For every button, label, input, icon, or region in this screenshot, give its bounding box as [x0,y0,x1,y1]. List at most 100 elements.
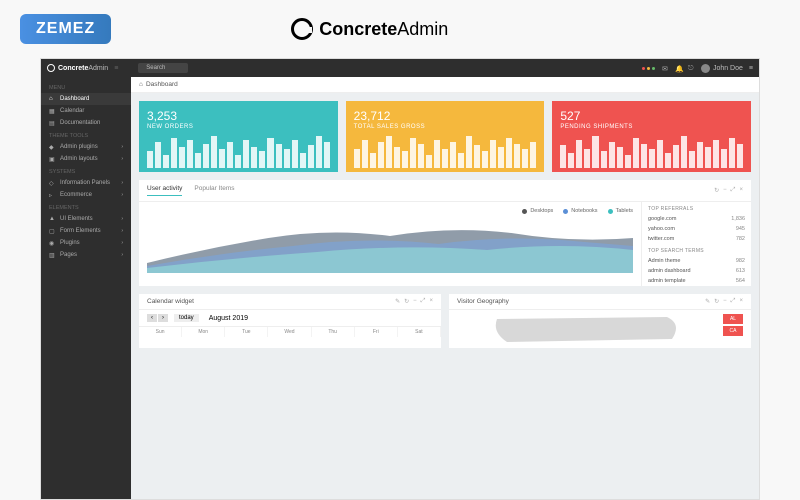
prev-icon[interactable]: ‹ [147,314,157,322]
chevron-right-icon: › [121,192,123,198]
settings-icon[interactable]: ≡ [749,65,753,72]
minimize-icon[interactable]: − [413,298,417,305]
chart-legend: Desktops Notebooks Tablets [147,206,633,218]
topbar: ConcreteAdmin ≡ Search ✉ 🔔 ⎋ John Doe ≡ [41,59,759,77]
sidebar-item-documentation[interactable]: ▤Documentation [41,117,131,129]
sidebar-item-admin-layouts[interactable]: ▣Admin layouts› [41,153,131,165]
sidebar-item-ui-elements[interactable]: ▲UI Elements› [41,213,131,225]
panel-tools: ✎ ↻−⤢× [395,298,433,305]
chevron-right-icon: › [121,228,123,234]
app-logo: ConcreteAdmin [47,64,108,72]
cart-icon: ▹ [49,192,55,198]
avatar [701,64,710,73]
user-menu[interactable]: John Doe [701,64,743,73]
panel-tools: ✎ ↻−⤢× [705,298,743,305]
stat-value: 23,712 [354,109,537,123]
sidebar-item-dashboard[interactable]: ⌂Dashboard [41,93,131,105]
edit-icon[interactable]: ✎ [705,298,710,305]
close-icon[interactable]: × [429,298,433,305]
minimize-icon[interactable]: − [723,187,727,194]
bell-icon[interactable]: 🔔 [675,65,682,72]
logo-c-icon [47,64,55,72]
breadcrumb-current: Dashboard [146,81,178,88]
stat-label: PENDING SHIPMENTS [560,124,743,130]
calendar-nav: ‹› [147,314,168,322]
list-item[interactable]: twitter.com782 [642,234,751,244]
stat-sparkline [354,136,537,168]
sidebar-item-admin-plugins[interactable]: ◆Admin plugins› [41,141,131,153]
ui-icon: ▲ [49,216,55,222]
stat-sparkline [147,136,330,168]
chevron-right-icon: › [121,156,123,162]
inbox-icon[interactable]: ✉ [662,65,669,72]
tab-popular-items[interactable]: Popular Items [194,185,234,196]
chevron-right-icon: › [121,216,123,222]
list-item[interactable]: yahoo.com945 [642,224,751,234]
sidebar-item-info-panels[interactable]: ◇Information Panels› [41,177,131,189]
sidebar-item-ecommerce[interactable]: ▹Ecommerce› [41,189,131,201]
next-icon[interactable]: › [158,314,168,322]
calendar-title: Calendar widget [147,298,194,305]
area-chart [147,218,633,273]
stat-total-sales[interactable]: 23,712 TOTAL SALES GROSS [346,101,545,172]
chevron-right-icon: › [121,144,123,150]
home-icon[interactable]: ⌂ [139,81,143,88]
list-item[interactable]: Admin theme982 [642,256,751,266]
minimize-icon[interactable]: − [723,298,727,305]
chevron-right-icon: › [121,240,123,246]
edit-icon[interactable]: ✎ [395,298,400,305]
expand-icon[interactable]: ⤢ [731,298,736,305]
file-icon: ▤ [49,120,55,126]
refresh-icon[interactable]: ↻ [714,187,719,194]
concrete-c-icon [291,18,313,40]
list-item[interactable]: admin dashboard613 [642,266,751,276]
main-content: ⌂Dashboard 3,253 NEW ORDERS 23,712 TOTAL… [131,77,759,499]
home-icon: ⌂ [49,96,55,102]
expand-icon[interactable]: ⤢ [731,187,736,194]
user-name: John Doe [713,65,743,72]
window-dots [641,65,656,72]
plug-icon: ◆ [49,144,55,150]
sidebar: MENU ⌂Dashboard ▦Calendar ▤Documentation… [41,77,131,499]
plugin-icon: ◉ [49,240,55,246]
usa-map[interactable] [457,314,717,344]
calendar-icon: ▦ [49,108,55,114]
state-badge[interactable]: CA [723,326,743,336]
info-icon: ◇ [49,180,55,186]
geography-title: Visitor Geography [457,298,509,305]
stat-value: 3,253 [147,109,330,123]
stat-label: NEW ORDERS [147,124,330,130]
chevron-right-icon: › [121,252,123,258]
breadcrumb: ⌂Dashboard [131,77,759,93]
refresh-icon[interactable]: ↻ [404,298,409,305]
menu-toggle-icon[interactable]: ≡ [114,65,118,72]
expand-icon[interactable]: ⤢ [421,298,426,305]
panel-tools: ↻ − ⤢ × [714,187,743,194]
sidebar-section: SYSTEMS [41,165,131,177]
sidebar-item-calendar[interactable]: ▦Calendar [41,105,131,117]
sidebar-item-pages[interactable]: ▥Pages› [41,249,131,261]
sidebar-item-form-elements[interactable]: ▢Form Elements› [41,225,131,237]
today-button[interactable]: today [174,314,199,322]
app-window: ConcreteAdmin ≡ Search ✉ 🔔 ⎋ John Doe ≡ … [40,58,760,500]
stats-row: 3,253 NEW ORDERS 23,712 TOTAL SALES GROS… [139,101,751,172]
list-item[interactable]: google.com1,836 [642,214,751,224]
list-item[interactable]: admin template564 [642,276,751,286]
stat-new-orders[interactable]: 3,253 NEW ORDERS [139,101,338,172]
refresh-icon[interactable]: ↻ [714,298,719,305]
stat-label: TOTAL SALES GROSS [354,124,537,130]
logout-icon[interactable]: ⎋ [688,65,695,72]
close-icon[interactable]: × [739,187,743,194]
search-input[interactable]: Search [138,63,188,73]
close-icon[interactable]: × [739,298,743,305]
calendar-panel: Calendar widget ✎↻−⤢× ‹› today August 20… [139,294,441,348]
tab-user-activity[interactable]: User activity [147,185,182,196]
stat-value: 527 [560,109,743,123]
state-badge[interactable]: AL [723,314,743,324]
geography-panel: Visitor Geography ✎ ↻−⤢× AL CA [449,294,751,348]
activity-chart: Desktops Notebooks Tablets [139,202,641,286]
sidebar-item-plugins[interactable]: ◉Plugins› [41,237,131,249]
sidebar-section: ELEMENTS [41,201,131,213]
stat-pending-shipments[interactable]: 527 PENDING SHIPMENTS [552,101,751,172]
stat-sparkline [560,136,743,168]
